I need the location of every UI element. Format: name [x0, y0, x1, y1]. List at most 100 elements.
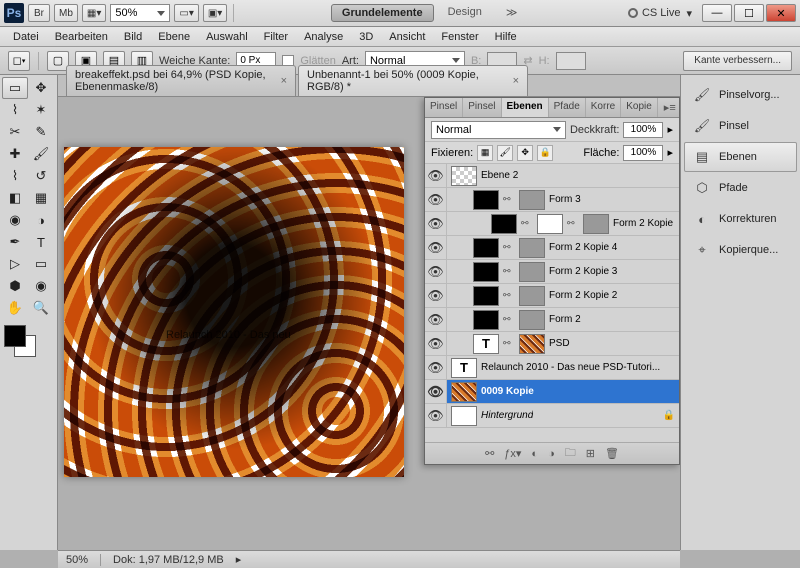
- layer-name[interactable]: Relaunch 2010 - Das neue PSD-Tutori...: [481, 362, 660, 373]
- doc-tab-2[interactable]: Unbenannt-1 bei 50% (0009 Kopie, RGB/8) …: [298, 65, 528, 96]
- menu-filter[interactable]: Filter: [257, 29, 295, 45]
- tab-pinsel[interactable]: Pinsel: [425, 98, 463, 117]
- stamp-tool[interactable]: ⌇: [2, 165, 28, 187]
- dock-item-layers[interactable]: ▤Ebenen: [684, 142, 797, 172]
- pen-tool[interactable]: ✒: [2, 231, 28, 253]
- dock-item-paths[interactable]: ⬡Pfade: [684, 173, 797, 203]
- layer-row[interactable]: 👁⚯Form 3: [425, 188, 679, 212]
- eyedropper-tool[interactable]: ✎: [28, 121, 54, 143]
- new-layer-icon[interactable]: ⊞: [586, 447, 595, 460]
- arrange-button[interactable]: ▭▾: [174, 4, 198, 22]
- menu-fenster[interactable]: Fenster: [434, 29, 485, 45]
- menu-bearbeiten[interactable]: Bearbeiten: [48, 29, 115, 45]
- close-icon[interactable]: ×: [281, 75, 287, 87]
- marquee-tool[interactable]: ▭: [2, 77, 28, 99]
- visibility-toggle[interactable]: 👁: [425, 380, 447, 403]
- link-icon[interactable]: ⚯: [485, 447, 494, 460]
- layer-name[interactable]: Form 2 Kopie: [613, 218, 673, 229]
- tab-ebenen[interactable]: Ebenen: [502, 98, 549, 117]
- dock-item-clone[interactable]: ⌖Kopierque...: [684, 235, 797, 265]
- group-icon[interactable]: 🗀: [565, 444, 576, 463]
- dock-item-brush2[interactable]: 🖌Pinsel: [684, 111, 797, 141]
- heal-tool[interactable]: ✚: [2, 143, 28, 165]
- visibility-toggle[interactable]: 👁: [425, 212, 447, 235]
- layer-row[interactable]: 👁⚯Form 2 Kopie 4: [425, 236, 679, 260]
- hand-tool[interactable]: ✋: [2, 297, 28, 319]
- close-icon[interactable]: ×: [513, 75, 519, 87]
- 3d-tool[interactable]: ⬢: [2, 275, 28, 297]
- lock-position-icon[interactable]: ✥: [517, 145, 533, 161]
- tab-kopierquelle[interactable]: Kopie: [621, 98, 658, 117]
- layer-row[interactable]: 👁⚯Form 2 Kopie 2: [425, 284, 679, 308]
- layer-name[interactable]: Form 3: [549, 194, 581, 205]
- menu-ansicht[interactable]: Ansicht: [382, 29, 432, 45]
- canvas-viewport[interactable]: Relaunch 2010 - Das neu Pinsel Pinsel Eb…: [58, 97, 680, 550]
- workspace-more[interactable]: ≫: [496, 4, 528, 22]
- move-tool[interactable]: ✥: [28, 77, 54, 99]
- visibility-toggle[interactable]: 👁: [425, 260, 447, 283]
- lasso-tool[interactable]: ⌇: [2, 99, 28, 121]
- visibility-toggle[interactable]: 👁: [425, 332, 447, 355]
- layer-row[interactable]: 👁 0009 Kopie: [425, 380, 679, 404]
- blur-tool[interactable]: ◉: [2, 209, 28, 231]
- tool-preset-picker[interactable]: ◻▾: [8, 51, 30, 71]
- visibility-toggle[interactable]: 👁: [425, 164, 447, 187]
- layer-row[interactable]: 👁⚯Form 2: [425, 308, 679, 332]
- tab-pfade[interactable]: Pfade: [549, 98, 586, 117]
- visibility-toggle[interactable]: 👁: [425, 356, 447, 379]
- opacity-arrow-icon[interactable]: ▸: [667, 123, 673, 136]
- layer-name[interactable]: Form 2 Kopie 4: [549, 242, 617, 253]
- type-tool[interactable]: T: [28, 231, 54, 253]
- layer-name[interactable]: Form 2: [549, 314, 581, 325]
- tab-korrekturen[interactable]: Korre: [586, 98, 621, 117]
- path-select-tool[interactable]: ▷: [2, 253, 28, 275]
- menu-ebene[interactable]: Ebene: [151, 29, 197, 45]
- crop-tool[interactable]: ✂: [2, 121, 28, 143]
- brush-tool[interactable]: 🖌: [28, 143, 54, 165]
- mask-icon[interactable]: ◐: [531, 448, 538, 460]
- minimize-button[interactable]: —: [702, 4, 732, 22]
- wand-tool[interactable]: ✶: [28, 99, 54, 121]
- adjustment-icon[interactable]: ◑: [548, 448, 555, 460]
- layer-name[interactable]: Hintergrund: [481, 410, 533, 421]
- cslive-button[interactable]: CS Live▾: [622, 7, 698, 20]
- visibility-toggle[interactable]: 👁: [425, 236, 447, 259]
- layer-name[interactable]: Form 2 Kopie 3: [549, 266, 617, 277]
- close-button[interactable]: ✕: [766, 4, 796, 22]
- history-brush-tool[interactable]: ↺: [28, 165, 54, 187]
- layer-row[interactable]: 👁⚯⚯Form 2 Kopie: [425, 212, 679, 236]
- layer-name[interactable]: PSD: [549, 338, 570, 349]
- tab-pinsel2[interactable]: Pinsel: [463, 98, 501, 117]
- status-doc-info[interactable]: Dok: 1,97 MB/12,9 MB: [113, 554, 224, 566]
- layer-name[interactable]: Form 2 Kopie 2: [549, 290, 617, 301]
- visibility-toggle[interactable]: 👁: [425, 188, 447, 211]
- bridge-button[interactable]: Br: [28, 4, 50, 22]
- doc-tab-1[interactable]: breakeffekt.psd bei 64,9% (PSD Kopie, Eb…: [66, 65, 296, 96]
- layer-name[interactable]: Ebene 2: [481, 170, 518, 181]
- layer-row[interactable]: 👁⚯Form 2 Kopie 3: [425, 260, 679, 284]
- foreground-color[interactable]: [4, 325, 26, 347]
- menu-auswahl[interactable]: Auswahl: [199, 29, 255, 45]
- status-arrow-icon[interactable]: ▸: [236, 553, 242, 566]
- visibility-toggle[interactable]: 👁: [425, 308, 447, 331]
- menu-analyse[interactable]: Analyse: [297, 29, 350, 45]
- dock-item-brush[interactable]: 🖌Pinselvorg...: [684, 80, 797, 110]
- fill-arrow-icon[interactable]: ▸: [667, 146, 673, 159]
- screenmode-button[interactable]: ▣▾: [203, 4, 227, 22]
- panel-menu-icon[interactable]: ▸≡: [658, 98, 680, 117]
- eraser-tool[interactable]: ◧: [2, 187, 28, 209]
- layer-name[interactable]: 0009 Kopie: [481, 386, 534, 397]
- dock-item-adjust[interactable]: ◐Korrekturen: [684, 204, 797, 234]
- canvas[interactable]: Relaunch 2010 - Das neu: [64, 147, 404, 477]
- layer-row[interactable]: 👁 Ebene 2: [425, 164, 679, 188]
- lock-transparent-icon[interactable]: ▦: [477, 145, 493, 161]
- fx-icon[interactable]: ƒx▾: [504, 447, 521, 460]
- lock-all-icon[interactable]: 🔒: [537, 145, 553, 161]
- layer-row[interactable]: 👁T⚯PSD: [425, 332, 679, 356]
- menu-bild[interactable]: Bild: [117, 29, 149, 45]
- color-swatches[interactable]: [2, 325, 48, 365]
- layer-row[interactable]: 👁Hintergrund🔒: [425, 404, 679, 428]
- menu-datei[interactable]: Datei: [6, 29, 46, 45]
- shape-tool[interactable]: ▭: [28, 253, 54, 275]
- visibility-toggle[interactable]: 👁: [425, 404, 447, 427]
